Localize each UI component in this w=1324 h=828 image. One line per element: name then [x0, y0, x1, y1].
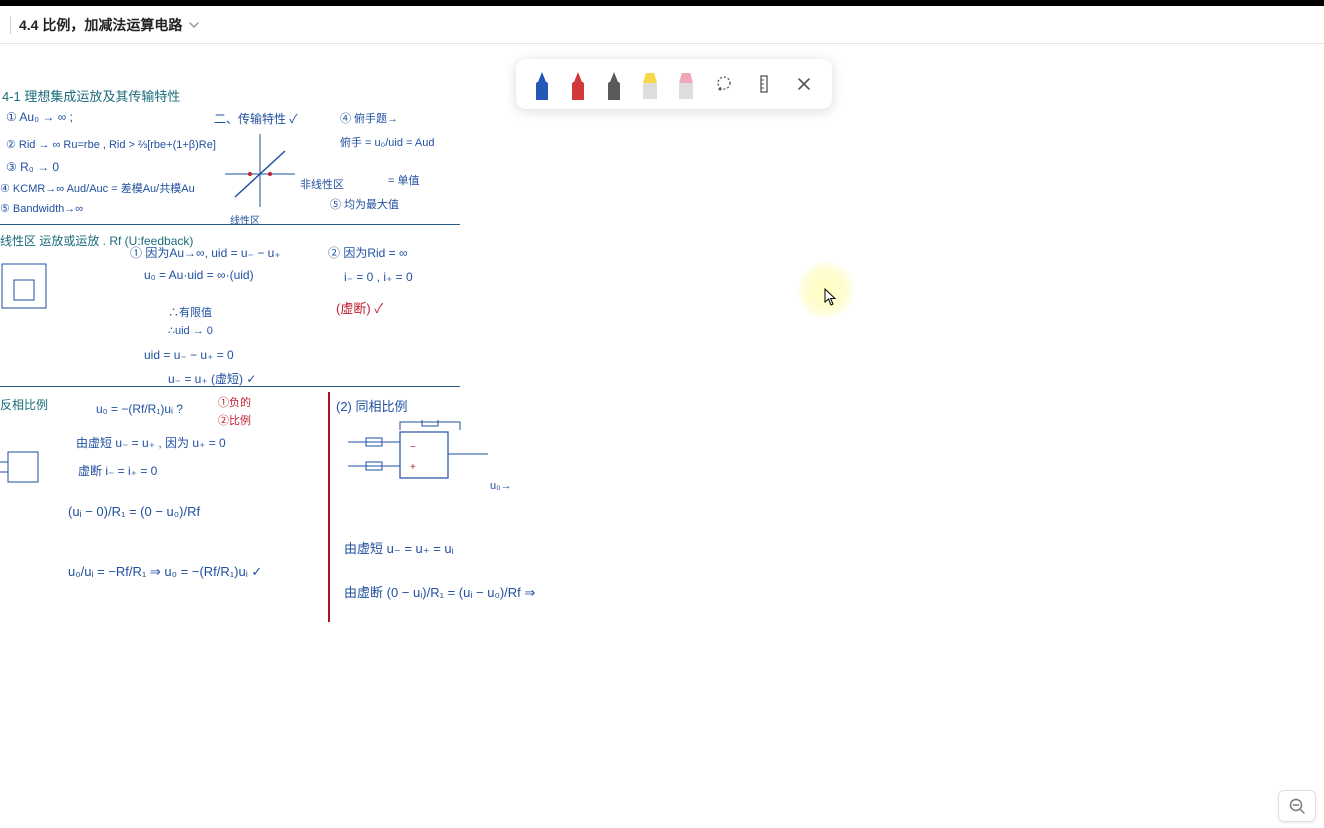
- header-bar: 4.4 比例，加减法运算电路: [0, 6, 1324, 44]
- pen-toolbar: [516, 59, 832, 109]
- pen-blue[interactable]: [526, 64, 558, 104]
- cursor-icon: [824, 288, 838, 311]
- lasso-icon[interactable]: [706, 66, 742, 102]
- zoom-out-button[interactable]: [1278, 790, 1316, 822]
- handwritten-notes: 4-1 理想集成运放及其传输特性 ① Au₀ → ∞ ; ② Rid → ∞ R…: [0, 44, 470, 634]
- svg-text:−: −: [410, 442, 416, 453]
- cursor-highlight: [798, 262, 854, 318]
- header-divider: [10, 16, 11, 34]
- highlighter-yellow[interactable]: [634, 64, 666, 104]
- chevron-down-icon[interactable]: [188, 19, 200, 31]
- pen-black[interactable]: [598, 64, 630, 104]
- pen-red[interactable]: [562, 64, 594, 104]
- highlighter-pink[interactable]: [670, 64, 702, 104]
- ruler-icon[interactable]: [746, 66, 782, 102]
- svg-text:+: +: [410, 462, 416, 473]
- page-title: 4.4 比例，加减法运算电路: [19, 15, 182, 35]
- whiteboard-canvas[interactable]: 4-1 理想集成运放及其传输特性 ① Au₀ → ∞ ; ② Rid → ∞ R…: [0, 44, 1324, 828]
- close-icon[interactable]: [786, 66, 822, 102]
